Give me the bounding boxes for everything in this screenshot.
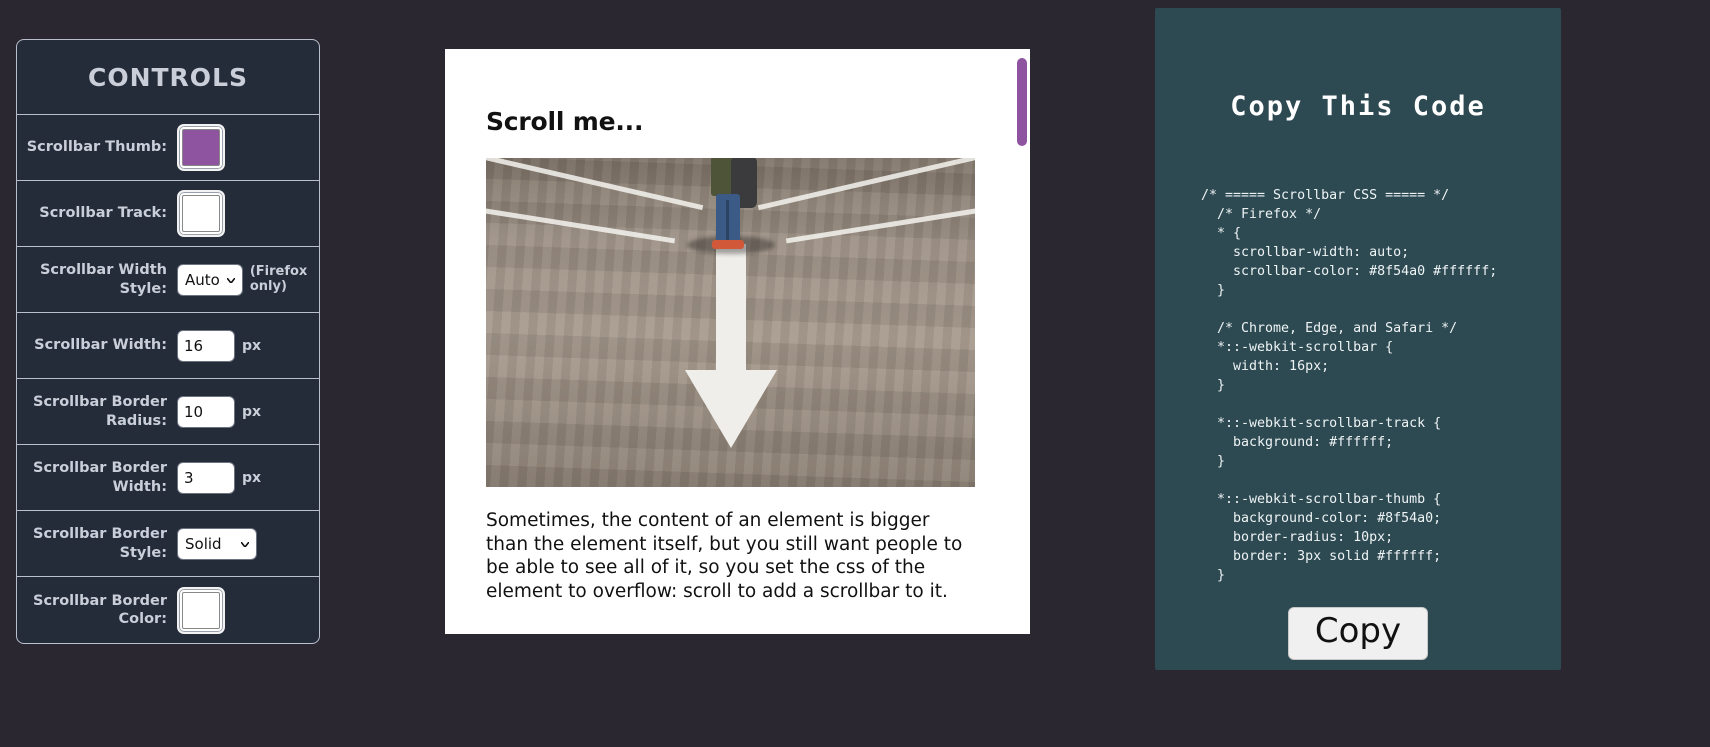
controls-panel: CONTROLS Scrollbar Thumb: Scrollbar Track…	[16, 39, 320, 644]
control-row: Scrollbar Width: 16 px	[17, 313, 319, 379]
preview-paragraph: Sometimes, the content of an element is …	[486, 510, 963, 603]
unit-label: px	[242, 337, 262, 354]
control-row: Scrollbar Width Style: Auto (Firefox only)	[17, 247, 319, 313]
control-field: 10 px	[177, 395, 262, 428]
control-row: Scrollbar Thumb:	[17, 115, 319, 181]
chevron-down-icon	[241, 541, 249, 547]
control-label: Scrollbar Width:	[34, 337, 167, 354]
controls-panel-title: CONTROLS	[17, 40, 319, 115]
control-label: Scrollbar Border Width:	[33, 460, 167, 495]
control-row: Scrollbar Border Width: 3 px	[17, 445, 319, 511]
copy-button[interactable]: Copy	[1287, 607, 1429, 661]
preview-scrollbar-track[interactable]	[1014, 49, 1030, 634]
code-panel-title: Copy This Code	[1230, 91, 1486, 122]
unit-label: px	[242, 469, 262, 486]
control-row: Scrollbar Border Radius: 10 px	[17, 379, 319, 445]
control-field	[177, 190, 225, 237]
control-field	[177, 586, 225, 634]
number-input[interactable]: 16	[177, 329, 235, 362]
color-swatch-input[interactable]	[177, 124, 225, 171]
control-label: Scrollbar Width Style:	[39, 262, 167, 297]
control-label: Scrollbar Track:	[39, 205, 167, 222]
select-value: Solid	[185, 534, 222, 553]
control-label: Scrollbar Border Style:	[33, 526, 167, 561]
select-dropdown[interactable]: Auto	[177, 263, 243, 296]
control-row: Scrollbar Border Style: Solid	[17, 511, 319, 577]
control-label: Scrollbar Border Color:	[33, 592, 167, 627]
person-shoes	[711, 240, 744, 249]
preview-image	[486, 158, 975, 487]
hint-label: (Firefox only)	[249, 264, 308, 294]
control-field: Auto (Firefox only)	[177, 263, 308, 296]
select-value: Auto	[185, 270, 220, 289]
select-dropdown[interactable]: Solid	[177, 527, 257, 560]
color-swatch-input[interactable]	[177, 190, 225, 237]
controls-rows: Scrollbar Thumb: Scrollbar Track: Scrollba…	[17, 115, 319, 643]
color-swatch-fill	[182, 129, 220, 166]
control-field: 16 px	[177, 329, 262, 362]
scroll-preview-card[interactable]: Scroll me... Sometimes, the content of a…	[445, 49, 1030, 634]
person-legs	[715, 194, 740, 242]
control-label: Scrollbar Border Radius:	[33, 394, 167, 429]
color-swatch-fill	[182, 195, 220, 232]
unit-label: px	[242, 403, 262, 420]
preview-scrollbar-thumb[interactable]	[1014, 55, 1030, 149]
control-label: Scrollbar Thumb:	[26, 139, 167, 156]
chevron-down-icon	[226, 277, 235, 283]
arrow-head	[684, 370, 777, 448]
preview-heading: Scroll me...	[486, 107, 644, 136]
color-swatch-input[interactable]	[177, 586, 225, 634]
control-field: 3 px	[177, 461, 262, 494]
control-row: Scrollbar Border Color:	[17, 577, 319, 643]
control-field	[177, 124, 225, 171]
control-row: Scrollbar Track:	[17, 181, 319, 247]
scroll-preview-content: Scroll me... Sometimes, the content of a…	[445, 49, 1030, 634]
number-input[interactable]: 10	[177, 395, 235, 428]
css-code-output: /* ===== Scrollbar CSS ===== */ /* Firef…	[1201, 188, 1498, 583]
number-input[interactable]: 3	[177, 461, 235, 494]
person-figure	[703, 158, 759, 254]
color-swatch-fill	[182, 591, 220, 629]
code-panel: Copy This Code /* ===== Scrollbar CSS ==…	[1155, 8, 1561, 670]
control-field: Solid	[177, 527, 257, 560]
